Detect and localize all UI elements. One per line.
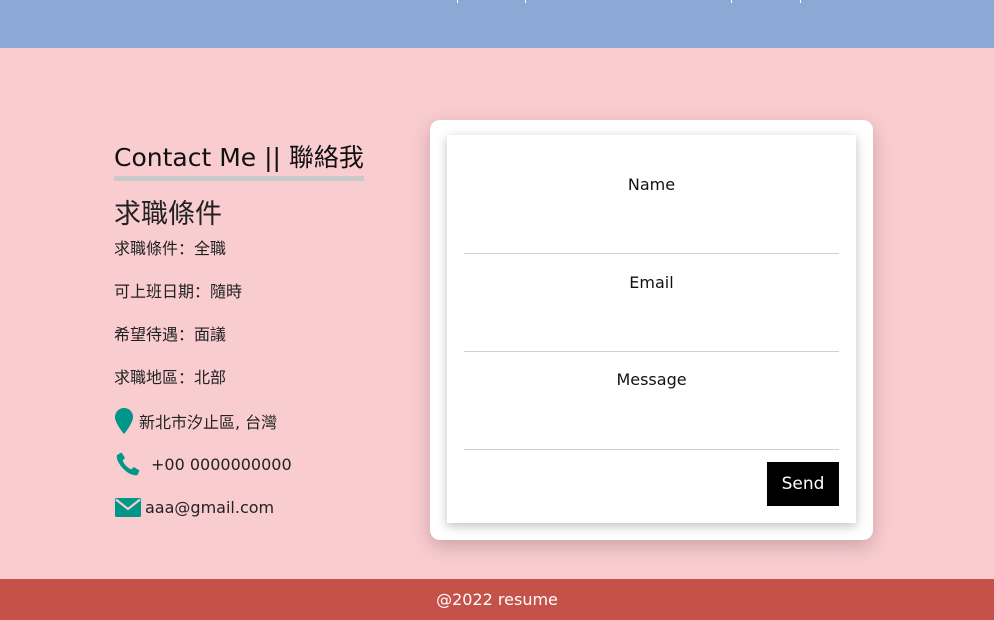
contact-info-section: Contact Me || 聯絡我 求職條件 求職條件：全職 可上班日期：隨時 …	[114, 140, 414, 517]
phone-text: +00 0000000000	[151, 454, 292, 474]
top-nav-bar	[0, 0, 994, 48]
email-input[interactable]	[464, 321, 839, 351]
contact-heading: Contact Me || 聯絡我	[114, 140, 364, 181]
condition-item: 可上班日期：隨時	[114, 282, 243, 301]
phone-icon	[114, 451, 142, 477]
email-label: Email	[629, 273, 674, 292]
message-label: Message	[616, 370, 687, 389]
condition-item: 求職條件：全職	[114, 239, 227, 258]
nav-divider	[800, 0, 801, 3]
name-field: Name	[464, 175, 839, 254]
footer: @2022 resume	[0, 579, 994, 620]
nav-divider	[525, 0, 526, 3]
job-conditions-title: 求職條件	[114, 199, 222, 230]
address-text: 新北市汐止區, 台灣	[139, 413, 278, 432]
message-input[interactable]	[464, 419, 839, 449]
address-row: 新北市汐止區, 台灣	[114, 408, 414, 434]
email-text: aaa@gmail.com	[145, 498, 275, 517]
send-button[interactable]: Send	[767, 462, 839, 506]
contact-form: Name Email Message Send	[447, 135, 856, 523]
envelope-icon	[114, 498, 141, 517]
map-pin-icon	[114, 408, 134, 434]
contact-form-card: Name Email Message Send	[430, 120, 873, 540]
name-label: Name	[627, 175, 676, 194]
nav-divider	[457, 0, 458, 3]
condition-item: 求職地區：北部	[114, 368, 227, 387]
email-row: aaa@gmail.com	[114, 498, 414, 517]
condition-item: 希望待遇：面議	[114, 325, 227, 344]
nav-divider	[731, 0, 732, 3]
phone-row: +00 0000000000	[114, 451, 414, 477]
footer-text: @2022 resume	[436, 590, 558, 609]
name-input[interactable]	[464, 223, 839, 253]
email-field: Email	[464, 273, 839, 352]
message-field: Message	[464, 370, 839, 450]
